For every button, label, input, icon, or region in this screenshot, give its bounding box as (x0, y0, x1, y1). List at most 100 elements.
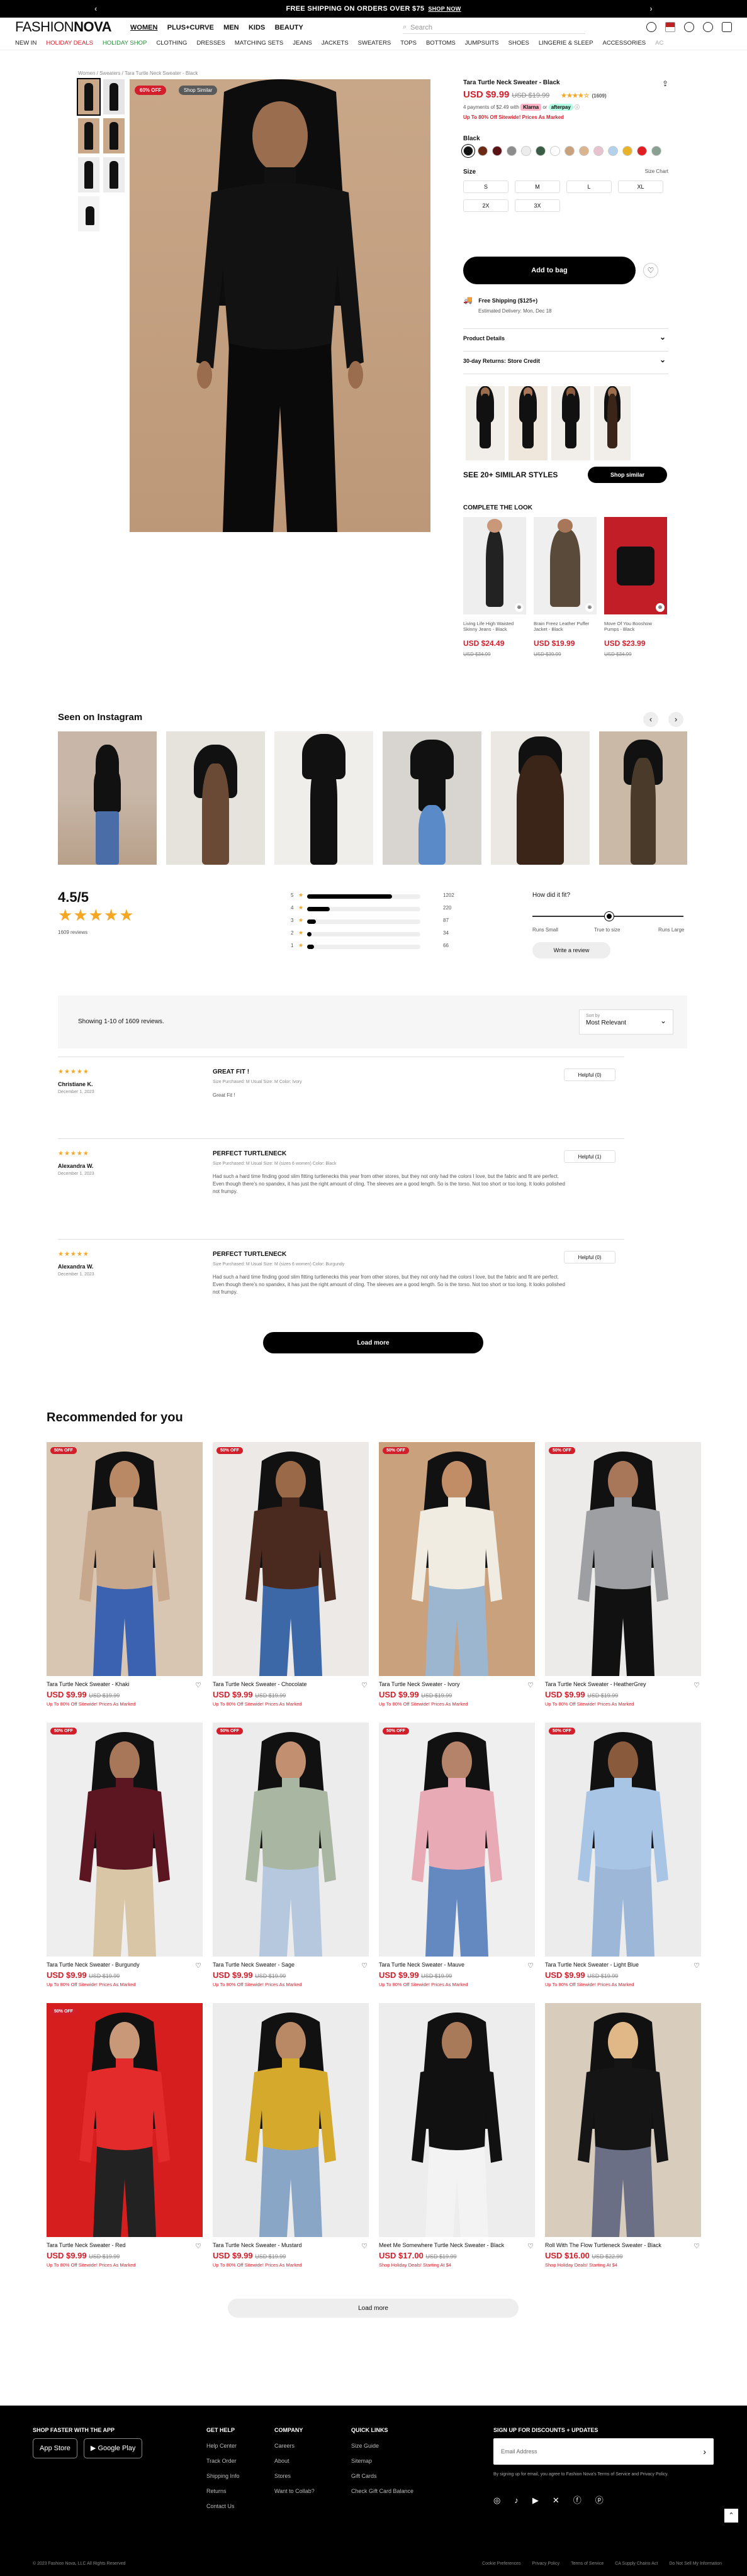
product-card-name[interactable]: Tara Turtle Neck Sweater - Burgundy ♡ (47, 1962, 203, 1970)
write-review-button[interactable]: Write a review (532, 942, 610, 958)
product-card-name[interactable]: Tara Turtle Neck Sweater - Khaki ♡ (47, 1681, 203, 1689)
product-card[interactable]: 50% OFF Tara Turtle Neck Sweater - Burgu… (47, 1723, 203, 1987)
search-input[interactable]: ⌕ Search (403, 21, 585, 34)
product-card-image[interactable] (213, 2003, 369, 2237)
heart-icon[interactable]: ♡ (527, 1681, 534, 1689)
instagram-photo[interactable] (383, 731, 481, 865)
load-more-reviews-button[interactable]: Load more (263, 1332, 483, 1353)
subnav-jumpsuits[interactable]: JUMPSUITS (465, 40, 499, 47)
rating-stars[interactable]: ★★★★☆ (561, 92, 589, 99)
footer-link[interactable]: Check Gift Card Balance (351, 2484, 413, 2499)
footer-link[interactable]: Sitemap (351, 2453, 413, 2468)
returns-accordion[interactable]: 30-day Returns: Store Credit ⌄ (463, 351, 668, 364)
rating-bar[interactable] (307, 919, 420, 924)
footer-link[interactable]: Do Not Sell My Information (669, 2562, 722, 2566)
instagram-photo[interactable] (274, 731, 373, 865)
product-card[interactable]: 50% OFF Tara Turtle Neck Sweater - Choco… (213, 1442, 369, 1707)
instagram-photo[interactable] (166, 731, 265, 865)
footer-link[interactable]: Shipping Info (206, 2468, 240, 2484)
back-to-top-button[interactable]: ⌃ (724, 2509, 738, 2523)
pinterest-icon[interactable]: ⓟ (595, 2493, 604, 2508)
heart-icon[interactable]: ♡ (694, 1962, 700, 1970)
instagram-icon[interactable]: ◎ (493, 2493, 500, 2508)
look-item-name[interactable]: Brain Freez Leather Puffer Jacket - Blac… (534, 621, 597, 632)
info-icon[interactable]: ⓘ (575, 104, 580, 110)
subnav-lingerie[interactable]: LINGERIE & SLEEP (539, 40, 593, 47)
helpful-button[interactable]: Helpful (0) (564, 1069, 615, 1081)
product-card-name[interactable]: Tara Turtle Neck Sweater - Red ♡ (47, 2242, 203, 2250)
share-icon[interactable]: ⇪ (662, 79, 668, 88)
look-item-image[interactable]: ⊕ (534, 517, 597, 614)
footer-link[interactable]: Returns (206, 2484, 240, 2499)
helpful-button[interactable]: Helpful (1) (564, 1150, 615, 1163)
size-option[interactable]: 2X (463, 199, 508, 212)
app-store-button[interactable]: App Store (33, 2438, 77, 2458)
product-card-image[interactable]: 50% OFF (47, 1442, 203, 1676)
product-card-image[interactable]: 50% OFF (379, 1442, 535, 1676)
subnav-holiday-shop[interactable]: HOLIDAY SHOP (103, 40, 147, 47)
subnav-bottoms[interactable]: BOTTOMS (426, 40, 456, 47)
subnav-clothing[interactable]: CLOTHING (156, 40, 187, 47)
thumbnail[interactable] (103, 157, 125, 192)
subnav-tops[interactable]: TOPS (400, 40, 417, 47)
account-icon[interactable] (684, 22, 694, 32)
product-card-image[interactable]: 50% OFF (213, 1723, 369, 1957)
wishlist-icon[interactable] (703, 22, 713, 32)
size-option[interactable]: XL (618, 180, 663, 193)
size-option[interactable]: M (515, 180, 560, 193)
product-card[interactable]: 50% OFF Tara Turtle Neck Sweater - Heath… (545, 1442, 701, 1707)
product-card[interactable]: 50% OFF Tara Turtle Neck Sweater - Khaki… (47, 1442, 203, 1707)
subnav-sweaters[interactable]: SWEATERS (358, 40, 391, 47)
footer-link[interactable]: CA Supply Chains Act (615, 2562, 658, 2566)
product-card[interactable]: Roll With The Flow Turtleneck Sweater - … (545, 2003, 701, 2268)
product-card[interactable]: 50% OFF Tara Turtle Neck Sweater - Light… (545, 1723, 701, 1987)
color-swatch[interactable] (463, 146, 473, 156)
footer-link[interactable]: Help Center (206, 2438, 240, 2453)
subnav-accessories[interactable]: ACCESSORIES (602, 40, 646, 47)
google-play-button[interactable]: ▶ Google Play (83, 2438, 143, 2458)
product-card-name[interactable]: Tara Turtle Neck Sweater - Mauve ♡ (379, 1962, 535, 1970)
similar-style-image[interactable] (508, 386, 548, 460)
wishlist-heart-icon[interactable]: ♡ (643, 263, 658, 278)
footer-link[interactable]: Careers (274, 2438, 315, 2453)
similar-style-image[interactable] (551, 386, 590, 460)
product-card-image[interactable]: 50% OFF (379, 1723, 535, 1957)
product-main-image[interactable]: 60% OFF Shop Similar (130, 79, 430, 532)
thumbnail[interactable] (77, 78, 101, 116)
look-item-name[interactable]: Move Of You Booshow Pumps - Black (604, 621, 667, 632)
heart-icon[interactable]: ♡ (195, 1681, 201, 1689)
orders-icon[interactable] (646, 22, 656, 32)
heart-icon[interactable]: ♡ (361, 1681, 368, 1689)
product-card[interactable]: 50% OFF Tara Turtle Neck Sweater - Ivory… (379, 1442, 535, 1707)
instagram-photo[interactable] (491, 731, 590, 865)
carousel-prev-button[interactable]: ‹ (643, 712, 658, 727)
logo[interactable]: FASHIONNOVA (15, 19, 112, 35)
shop-similar-badge[interactable]: Shop Similar (179, 86, 218, 95)
product-card[interactable]: 50% OFF Tara Turtle Neck Sweater - Mauve… (379, 1723, 535, 1987)
rating-bar[interactable] (307, 932, 420, 936)
footer-link[interactable]: Privacy Policy (532, 2562, 560, 2566)
product-card-image[interactable] (379, 2003, 535, 2237)
color-swatch[interactable] (593, 146, 604, 156)
size-option[interactable]: S (463, 180, 508, 193)
color-swatch[interactable] (608, 146, 618, 156)
size-option[interactable]: L (566, 180, 612, 193)
chevron-right-icon[interactable]: › (649, 4, 653, 13)
product-card[interactable]: 50% OFF Tara Turtle Neck Sweater - Red ♡ … (47, 2003, 203, 2268)
color-swatch[interactable] (507, 146, 517, 156)
color-swatch[interactable] (492, 146, 502, 156)
similar-style-image[interactable] (594, 386, 631, 460)
product-card[interactable]: Tara Turtle Neck Sweater - Mustard ♡ USD … (213, 2003, 369, 2268)
product-card-name[interactable]: Tara Turtle Neck Sweater - Mustard ♡ (213, 2242, 369, 2250)
review-count[interactable]: (1609) (592, 93, 606, 99)
subnav-new-in[interactable]: NEW IN (15, 40, 37, 47)
product-card-name[interactable]: Tara Turtle Neck Sweater - HeatherGrey ♡ (545, 1681, 701, 1689)
youtube-icon[interactable]: ▶ (532, 2493, 539, 2508)
heart-icon[interactable]: ♡ (527, 2242, 534, 2250)
color-swatch[interactable] (536, 146, 546, 156)
product-card[interactable]: 50% OFF Tara Turtle Neck Sweater - Sage ♡… (213, 1723, 369, 1987)
heart-icon[interactable]: ♡ (361, 2242, 368, 2250)
product-card-name[interactable]: Tara Turtle Neck Sweater - Chocolate ♡ (213, 1681, 369, 1689)
heart-icon[interactable]: ♡ (527, 1962, 534, 1970)
heart-icon[interactable]: ♡ (694, 2242, 700, 2250)
